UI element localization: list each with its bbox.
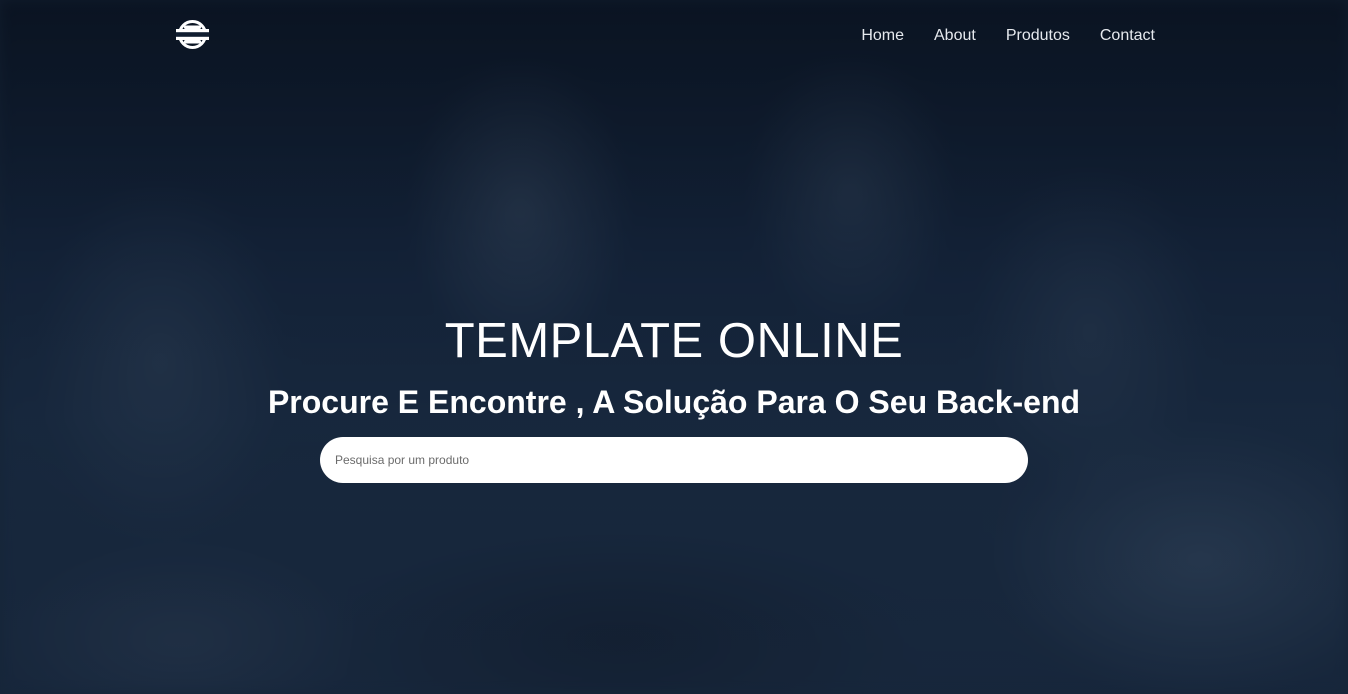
- nav-link-home[interactable]: Home: [861, 27, 904, 45]
- nav-menu: Home About Produtos Contact: [861, 27, 1155, 45]
- s-circle-logo-icon[interactable]: [176, 19, 209, 50]
- nav-link-contact[interactable]: Contact: [1100, 27, 1155, 45]
- search-input[interactable]: [320, 437, 1028, 483]
- hero-title: TEMPLATE ONLINE: [444, 314, 904, 368]
- nav-link-about[interactable]: About: [934, 27, 976, 45]
- hero-subtitle: Procure E Encontre , A Solução Para O Se…: [267, 384, 1081, 420]
- hero-section: Home About Produtos Contact TEMPLATE ONL…: [0, 0, 1348, 694]
- search-box: [320, 437, 1028, 483]
- navbar: Home About Produtos Contact: [0, 0, 1348, 72]
- nav-link-produtos[interactable]: Produtos: [1006, 27, 1070, 45]
